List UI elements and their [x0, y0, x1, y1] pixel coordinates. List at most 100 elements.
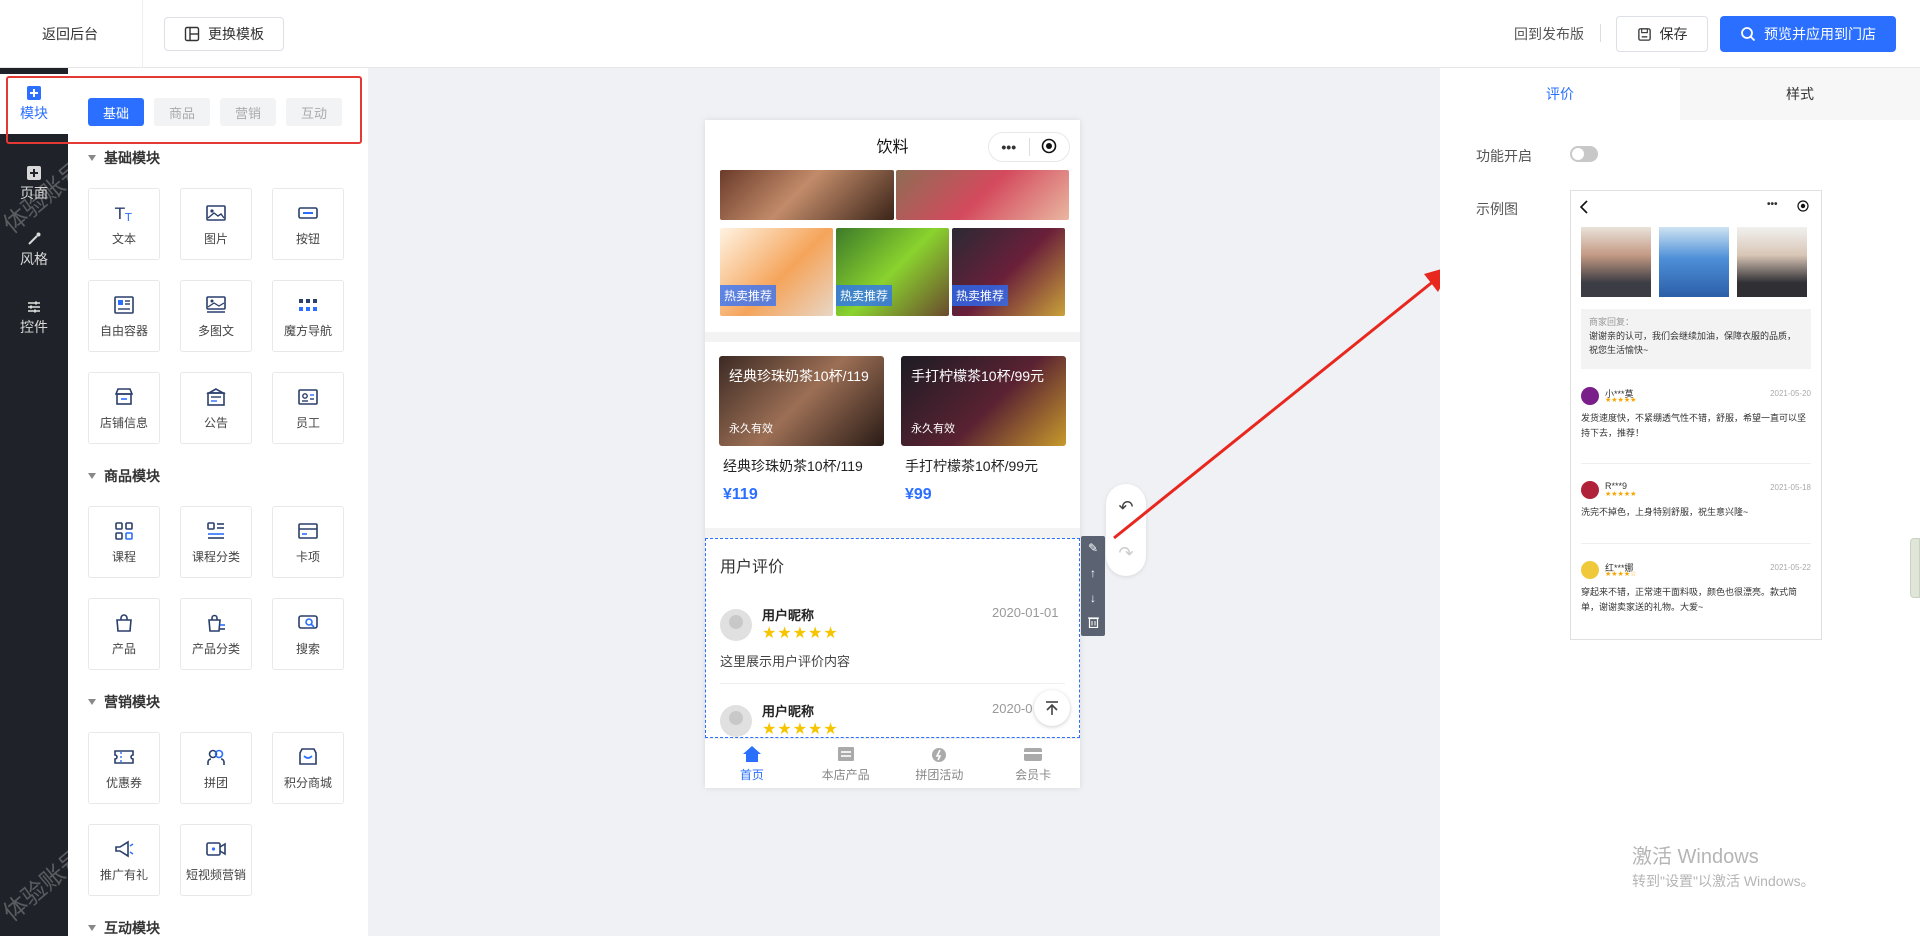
- review-module[interactable]: 用户评价 用户昵称 2020-01-01 ★★★★★ 这里展示用户评价内容 用户…: [705, 538, 1080, 738]
- close-target-icon[interactable]: [1030, 138, 1070, 157]
- avatar: [720, 705, 752, 737]
- example-header: •••: [1571, 191, 1821, 225]
- tile-label: 魔方导航: [283, 323, 332, 338]
- edit-icon[interactable]: ✎: [1088, 541, 1098, 555]
- enable-toggle[interactable]: [1570, 146, 1598, 162]
- tile-label: 搜索: [295, 641, 320, 656]
- preview-apply-button[interactable]: 预览并应用到门店: [1720, 16, 1896, 52]
- hot-tag: 热卖推荐: [720, 285, 777, 306]
- card-image[interactable]: 经典珍珠奶茶10杯/119 永久有效: [719, 356, 884, 446]
- product-image[interactable]: 热卖推荐: [952, 228, 1065, 316]
- tile-multi-image-text[interactable]: 多图文: [180, 280, 252, 352]
- back-chevron-icon: [1579, 200, 1588, 214]
- revert-to-published-link[interactable]: 回到发布版: [1514, 24, 1584, 44]
- tile-notice[interactable]: 公告: [180, 372, 252, 444]
- windows-activation-watermark: 激活 Windows 转到"设置"以激活 Windows。: [1632, 840, 1815, 891]
- card-price: ¥119: [723, 486, 758, 503]
- card-name[interactable]: 经典珍珠奶茶10杯/119: [723, 456, 863, 476]
- avatar: [1581, 387, 1599, 405]
- tile-short-video[interactable]: 短视频营销: [180, 824, 252, 896]
- mini-program-capsule[interactable]: •••: [988, 132, 1070, 162]
- store-icon: [114, 387, 134, 405]
- tile-label: 课程: [111, 549, 136, 564]
- more-icon[interactable]: •••: [989, 139, 1029, 155]
- tile-label: 拼团: [203, 775, 228, 790]
- tile-image[interactable]: 图片: [180, 188, 252, 260]
- section-interaction[interactable]: 互动模块: [88, 918, 160, 936]
- undo-icon[interactable]: ↶: [1118, 497, 1133, 518]
- product-image[interactable]: [720, 170, 894, 220]
- tile-course[interactable]: 课程: [88, 506, 160, 578]
- tile-staff[interactable]: 员工: [272, 372, 344, 444]
- reviewer-name: 用户昵称: [762, 608, 815, 623]
- search-box-icon: [298, 614, 318, 629]
- main-sidebar: 模块 页面 风格 控件: [0, 68, 68, 936]
- tab-product[interactable]: 商品: [154, 98, 210, 126]
- close-target-icon: [1797, 200, 1809, 212]
- tile-text[interactable]: T T 文本: [88, 188, 160, 260]
- tile-search[interactable]: 搜索: [272, 598, 344, 670]
- tile-store-info[interactable]: 店铺信息: [88, 372, 160, 444]
- side-drawer-handle[interactable]: [1910, 538, 1920, 598]
- product-image[interactable]: 热卖推荐: [720, 228, 833, 316]
- sidebar-item-pages[interactable]: 页面: [0, 154, 68, 214]
- tab-label: 本店产品: [821, 767, 870, 782]
- tab-member-card[interactable]: 会员卡: [986, 739, 1080, 788]
- tile-course-category[interactable]: 课程分类: [180, 506, 252, 578]
- tile-product-category[interactable]: 产品分类: [180, 598, 252, 670]
- tile-coupon[interactable]: 优惠券: [88, 732, 160, 804]
- sidebar-item-label: 控件: [20, 319, 48, 335]
- tile-card-item[interactable]: 卡项: [272, 506, 344, 578]
- section-marketing[interactable]: 营销模块: [88, 692, 160, 712]
- sidebar-item-style[interactable]: 风格: [0, 220, 68, 280]
- move-down-icon[interactable]: ↓: [1090, 591, 1096, 605]
- watermark-line-1: 激活 Windows: [1632, 846, 1759, 868]
- sidebar-item-controls[interactable]: 控件: [0, 288, 68, 348]
- product-image[interactable]: 热卖推荐: [836, 228, 949, 316]
- tab-interaction[interactable]: 互动: [286, 98, 342, 126]
- rating-stars: ★★★★☆: [1605, 571, 1637, 578]
- back-to-admin-link[interactable]: 返回后台: [42, 24, 98, 44]
- tile-label: 产品: [111, 641, 136, 656]
- save-label: 保存: [1659, 26, 1688, 42]
- redo-icon[interactable]: ↷: [1118, 543, 1133, 564]
- card-image[interactable]: 手打柠檬茶10杯/99元 永久有效: [901, 356, 1066, 446]
- tile-label: 多图文: [197, 323, 234, 338]
- tab-marketing[interactable]: 营销: [220, 98, 276, 126]
- tile-points-mall[interactable]: 积分商城: [272, 732, 344, 804]
- container-icon: [114, 295, 134, 314]
- tile-label: 按钮: [295, 231, 320, 246]
- save-button[interactable]: 保存: [1616, 16, 1708, 52]
- delete-icon[interactable]: [1087, 616, 1099, 631]
- tab-store-products[interactable]: 本店产品: [799, 739, 893, 788]
- section-product[interactable]: 商品模块: [88, 466, 160, 486]
- change-template-button[interactable]: 更换模板: [164, 17, 284, 51]
- tab-style[interactable]: 样式: [1680, 68, 1920, 120]
- back-to-top-button[interactable]: [1034, 690, 1070, 726]
- tab-label: 首页: [739, 767, 764, 782]
- grid-dots-icon: [299, 298, 317, 311]
- tab-group-activity[interactable]: 拼团活动: [893, 739, 987, 788]
- card-name[interactable]: 手打柠檬茶10杯/99元: [905, 456, 1038, 476]
- tile-referral[interactable]: 推广有礼: [88, 824, 160, 896]
- tile-group-buy[interactable]: 拼团: [180, 732, 252, 804]
- tile-cube-nav[interactable]: 魔方导航: [272, 280, 344, 352]
- phone-preview: 饮料 ••• 热卖推荐 热卖推荐 热卖推荐 经典珍珠奶茶10杯/119 永久有效…: [705, 120, 1080, 788]
- section-title: 商品模块: [104, 468, 160, 484]
- section-divider: [705, 332, 1080, 342]
- section-basic[interactable]: 基础模块: [88, 148, 160, 168]
- tab-review[interactable]: 评价: [1440, 68, 1680, 120]
- tab-basic[interactable]: 基础: [88, 98, 144, 126]
- settings-panel: 评价 样式 功能开启 示例图 ••• 商家回复： 谢谢亲的认可，我们会继续加油，…: [1440, 68, 1920, 936]
- review-content: 这里展示用户评价内容: [720, 654, 851, 669]
- text-icon: TT: [114, 204, 132, 224]
- alarm-icon: [932, 747, 947, 762]
- move-up-icon[interactable]: ↑: [1090, 566, 1096, 580]
- review-date: 2021-05-20: [1770, 389, 1811, 398]
- product-image[interactable]: [896, 170, 1069, 220]
- tile-product[interactable]: 产品: [88, 598, 160, 670]
- tab-home[interactable]: 首页: [705, 739, 799, 788]
- avatar: [720, 609, 752, 641]
- tile-free-container[interactable]: 自由容器: [88, 280, 160, 352]
- tile-button[interactable]: 按钮: [272, 188, 344, 260]
